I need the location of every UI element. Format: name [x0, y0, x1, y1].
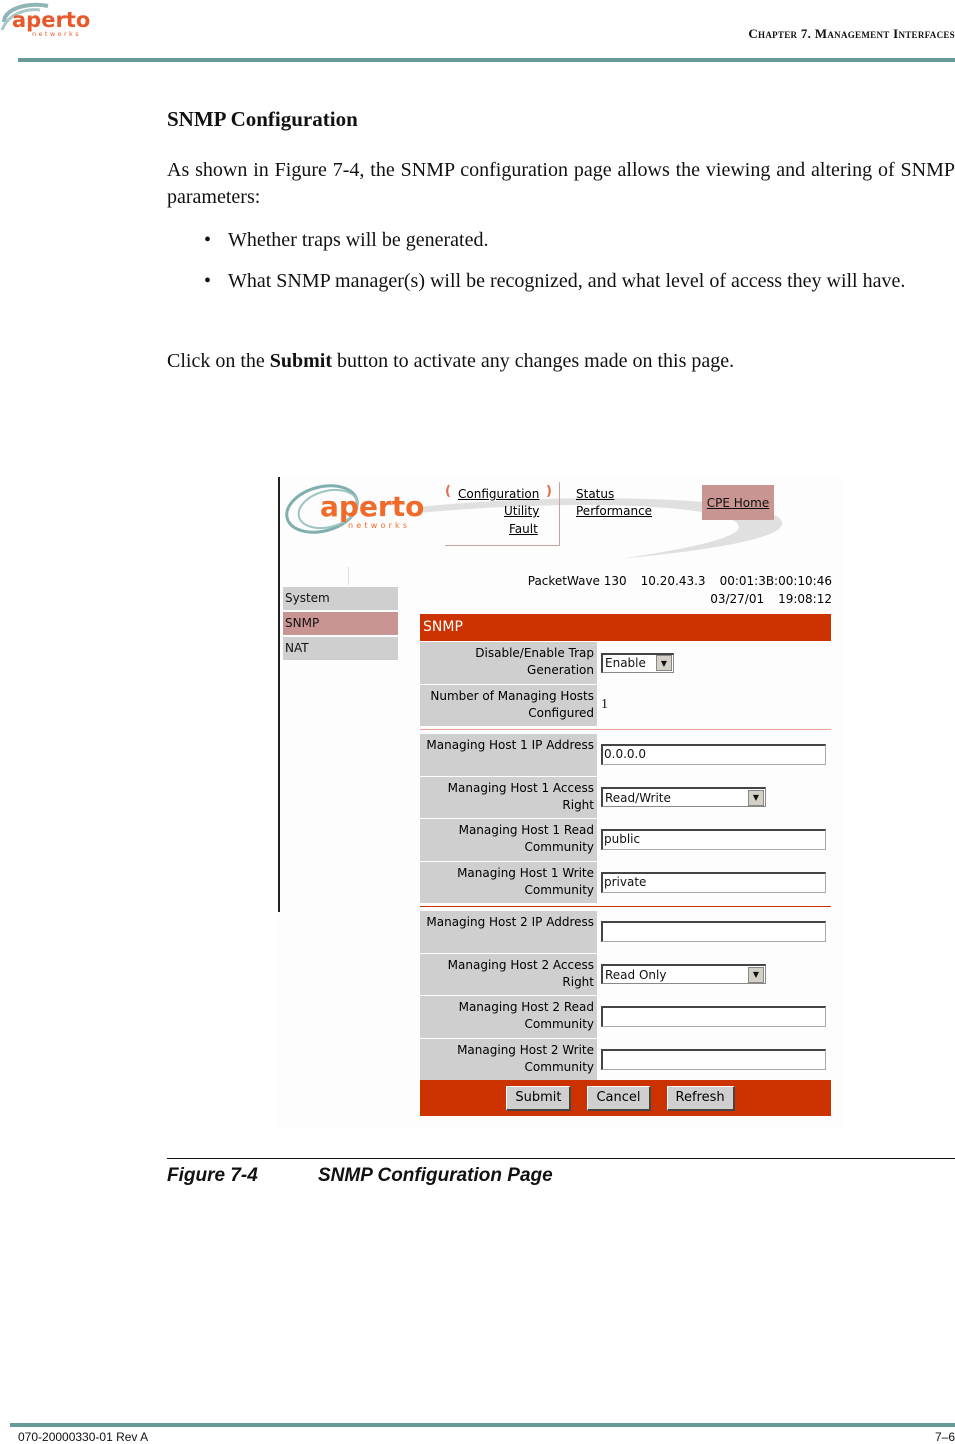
form-row: Managing Host 2 Access Right Read Only ▼: [420, 952, 831, 995]
bullet-item: • Whether traps will be generated.: [204, 229, 489, 251]
app-logo-subtext: networks: [348, 521, 410, 530]
cpe-home-button[interactable]: CPE Home: [702, 485, 774, 520]
form-row: Number of Managing Hosts Configured 1: [420, 683, 831, 726]
form-row: Managing Host 2 Read Community: [420, 995, 831, 1038]
field-label: Managing Host 1 Read Community: [420, 819, 597, 861]
separator: [420, 903, 831, 910]
logo-subtext: networks: [32, 30, 81, 38]
host1-read-community-input[interactable]: public: [601, 829, 826, 851]
intro-paragraph: As shown in Figure 7-4, the SNMP configu…: [167, 159, 955, 208]
separator: [420, 726, 831, 733]
dropdown-arrow-icon[interactable]: ▼: [748, 789, 764, 806]
field-label: Managing Host 2 Read Community: [420, 996, 597, 1038]
nav-status[interactable]: Status: [576, 487, 614, 501]
instruction-text: button to activate any changes made on t…: [332, 350, 735, 372]
figure-caption: Figure 7-4 SNMP Configuration Page: [167, 1165, 553, 1187]
device-model: PacketWave 130: [527, 574, 627, 588]
host2-access-select[interactable]: Read Only ▼: [601, 964, 766, 985]
field-label: Managing Host 2 Write Community: [420, 1038, 597, 1080]
doc-id: 070-20000330-01 Rev A: [18, 1430, 149, 1444]
host1-access-select[interactable]: Read/Write ▼: [601, 787, 766, 808]
submit-button[interactable]: Submit: [506, 1085, 572, 1111]
logo-text: aperto: [12, 8, 90, 32]
field-label: Managing Host 2 Access Right: [420, 953, 597, 995]
form-row: Managing Host 1 IP Address 0.0.0.0: [420, 733, 831, 776]
app-logo-text: aperto: [320, 490, 424, 523]
caption-rule: [167, 1158, 955, 1159]
nav-utility[interactable]: Utility: [504, 504, 539, 518]
device-info: PacketWave 130 10.20.43.3 00:01:3B:00:10:4…: [514, 572, 832, 608]
submit-emphasis: Submit: [269, 350, 333, 372]
bullet-text: Whether traps will be generated.: [228, 229, 489, 251]
dropdown-arrow-icon[interactable]: ▼: [748, 966, 764, 983]
host1-write-community-input[interactable]: private: [601, 871, 826, 893]
side-menu-nat[interactable]: NAT: [283, 637, 398, 660]
field-label: Managing Host 1 Write Community: [420, 861, 597, 903]
device-date: 03/27/01: [710, 592, 765, 606]
form-row: Managing Host 1 Access Right Read/Write ▼: [420, 775, 831, 818]
form-row: Managing Host 1 Read Community public: [420, 818, 831, 861]
bullet-text: What SNMP manager(s) will be recognized,…: [228, 270, 906, 292]
figure-number: Figure 7-4: [167, 1165, 258, 1186]
field-label: Managing Host 1 Access Right: [420, 776, 597, 818]
field-label: Disable/Enable Trap Generation: [420, 642, 597, 684]
chevron-left-icon: (: [445, 484, 451, 499]
device-time: 19:08:12: [778, 592, 832, 606]
nav-configuration[interactable]: Configuration: [458, 487, 539, 501]
aperto-logo: aperto networks: [0, 0, 100, 40]
page-number: 7–6: [934, 1430, 955, 1444]
device-mac: 00:01:3B:00:10:46: [719, 574, 832, 588]
panel-title: SNMP: [420, 614, 831, 641]
form-row: Disable/Enable Trap Generation Enable ▼: [420, 641, 831, 684]
bullet-list: • Whether traps will be generated. • What …: [200, 227, 955, 309]
figure-title: SNMP Configuration Page: [318, 1165, 553, 1186]
instruction-text: Click on the: [167, 350, 270, 372]
field-label: Managing Host 1 IP Address: [420, 734, 597, 776]
side-menu: System SNMP NAT: [283, 587, 398, 662]
section-title: SNMP Configuration: [167, 107, 358, 131]
app-logo: aperto networks: [282, 481, 432, 537]
host1-ip-input[interactable]: 0.0.0.0: [601, 744, 826, 766]
side-menu-system[interactable]: System: [283, 587, 398, 610]
side-menu-snmp[interactable]: SNMP: [283, 612, 398, 635]
dropdown-arrow-icon[interactable]: ▼: [656, 655, 672, 672]
nav-performance[interactable]: Performance: [576, 504, 652, 518]
select-value: Read/Write: [605, 790, 671, 805]
frame-border: [278, 477, 280, 912]
chapter-heading: Chapter 7. Management Interfaces: [748, 26, 955, 41]
cancel-button[interactable]: Cancel: [587, 1085, 651, 1111]
divider: [348, 567, 349, 585]
header-rule: [18, 58, 955, 62]
form-row: Managing Host 2 Write Community: [420, 1037, 831, 1080]
form-row: Managing Host 2 IP Address: [420, 910, 831, 953]
field-label: Managing Host 2 IP Address: [420, 911, 597, 953]
snmp-config-screenshot: aperto networks ( Configuration ) Utilit…: [278, 477, 842, 1127]
chevron-right-icon: ): [546, 484, 552, 499]
field-label: Number of Managing Hosts Configured: [420, 684, 597, 726]
bullet-item: • What SNMP manager(s) will be recognized…: [204, 270, 906, 292]
snmp-panel: SNMP Disable/Enable Trap Generation Enab…: [420, 614, 831, 1116]
nav-fault[interactable]: Fault: [509, 522, 538, 536]
refresh-button[interactable]: Refresh: [666, 1085, 735, 1111]
select-value: Read Only: [605, 967, 667, 982]
host2-write-community-input[interactable]: [601, 1048, 826, 1070]
button-bar: Submit Cancel Refresh: [420, 1080, 831, 1116]
device-ip: 10.20.43.3: [640, 574, 706, 588]
instruction-paragraph: Click on the Submit button to activate a…: [167, 348, 955, 375]
num-hosts-value: 1: [601, 697, 608, 713]
form-row: Managing Host 1 Write Community private: [420, 860, 831, 903]
host2-ip-input[interactable]: [601, 921, 826, 943]
select-value: Enable: [605, 656, 646, 671]
host2-read-community-input[interactable]: [601, 1006, 826, 1028]
trap-generation-select[interactable]: Enable ▼: [601, 652, 674, 673]
footer-rule: [10, 1423, 955, 1427]
